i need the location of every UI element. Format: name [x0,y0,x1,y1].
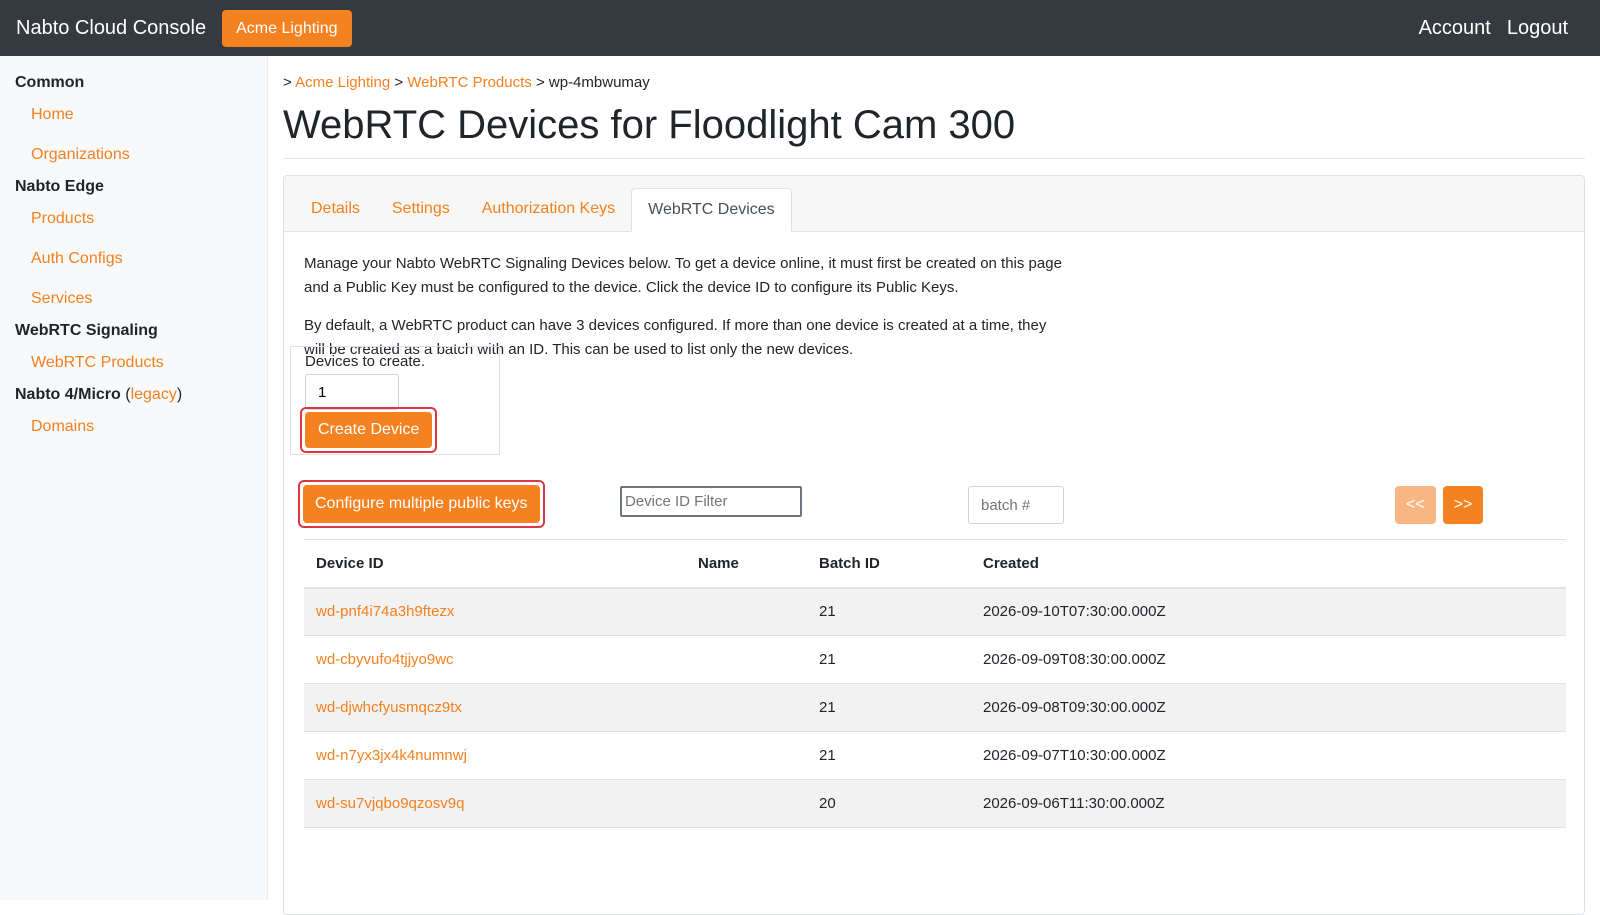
devices-toolbar: Configure multiple public keys << >> [298,480,1548,530]
breadcrumb: > Acme Lighting > WebRTC Products > wp-4… [283,74,1585,94]
sidebar-heading-legacy: Nabto 4/Micro (legacy) [0,385,267,417]
column-header-created[interactable]: Created [971,539,1566,589]
column-header-name[interactable]: Name [686,539,807,589]
sidebar-domains-link[interactable]: Domains [31,418,94,435]
device-name-cell [686,635,807,684]
sidebar: Common Home Organizations Nabto Edge Pro… [0,56,268,900]
table-row: wd-cbyvufo4tjjyo9wc 21 2026-09-09T08:30:… [304,635,1566,684]
tab-authorization-keys[interactable]: Authorization Keys [466,188,631,230]
create-device-form: Devices to create. Create Device [290,346,500,455]
page-title: WebRTC Devices for Floodlight Cam 300 [283,103,1016,147]
column-header-device-id[interactable]: Device ID [304,539,686,589]
nav-right: Account Logout [1419,17,1568,40]
table-row: wd-djwhcfyusmqcz9tx 21 2026-09-08T09:30:… [304,683,1566,732]
device-name-cell [686,779,807,828]
legacy-paren-open: ( [120,386,131,403]
legacy-link[interactable]: legacy [131,386,177,403]
device-id-link[interactable]: wd-cbyvufo4tjjyo9wc [316,651,454,668]
devices-to-create-label: Devices to create. [305,353,426,370]
tab-details[interactable]: Details [295,188,376,230]
device-id-filter-input[interactable] [620,486,802,517]
sidebar-products-link[interactable]: Products [31,210,94,227]
pagination: << >> [1395,486,1484,524]
tab-webrtc-devices[interactable]: WebRTC Devices [631,188,792,232]
configure-keys-highlight: Configure multiple public keys [298,480,545,528]
title-divider [283,158,1585,159]
table-row: wd-n7yx3jx4k4numnwj 21 2026-09-07T10:30:… [304,731,1566,780]
sidebar-item-organizations[interactable]: Organizations [0,145,267,177]
device-name-cell [686,731,807,780]
configure-public-keys-button[interactable]: Configure multiple public keys [303,485,540,523]
card-header: Details Settings Authorization Keys WebR… [284,176,1584,232]
batch-id-cell: 21 [807,635,971,684]
column-header-batch-id[interactable]: Batch ID [807,539,971,589]
legacy-heading-text: Nabto 4/Micro [15,386,121,403]
device-id-cell: wd-n7yx3jx4k4numnwj [304,731,686,780]
account-link[interactable]: Account [1419,17,1491,40]
breadcrumb-separator: > [535,74,545,91]
table-header-row: Device ID Name Batch ID Created [304,539,1566,589]
breadcrumb-separator: > [283,74,292,91]
breadcrumb-current: wp-4mbwumay [548,74,650,91]
create-device-button[interactable]: Create Device [305,412,433,448]
sidebar-home-link[interactable]: Home [31,106,74,123]
device-id-link[interactable]: wd-pnf4i74a3h9ftezx [316,603,454,620]
logout-link[interactable]: Logout [1507,17,1568,40]
sidebar-organizations-link[interactable]: Organizations [31,146,130,163]
sidebar-item-services[interactable]: Services [0,289,267,321]
device-id-cell: wd-djwhcfyusmqcz9tx [304,683,686,732]
create-device-highlight: Create Device [300,407,438,453]
brand-title[interactable]: Nabto Cloud Console [16,17,206,40]
breadcrumb-products-link[interactable]: WebRTC Products [407,74,532,91]
organization-button[interactable]: Acme Lighting [222,9,352,47]
device-id-cell: wd-su7vjqbo9qzosv9q [304,779,686,828]
breadcrumb-separator: > [394,74,404,91]
next-page-button[interactable]: >> [1442,486,1484,524]
created-cell: 2026-09-06T11:30:00.000Z [971,779,1566,828]
devices-card: Details Settings Authorization Keys WebR… [283,175,1585,915]
prev-page-button[interactable]: << [1395,486,1436,524]
sidebar-heading-edge: Nabto Edge [15,178,104,195]
sidebar-item-home[interactable]: Home [0,105,267,145]
batch-id-cell: 21 [807,683,971,732]
description-paragraph-1: Manage your Nabto WebRTC Signaling Devic… [304,255,1062,296]
devices-count-input[interactable] [305,374,399,410]
batch-id-cell: 20 [807,779,971,828]
sidebar-webrtc-products-link[interactable]: WebRTC Products [31,354,164,371]
device-name-cell [686,683,807,732]
sidebar-heading-webrtc: WebRTC Signaling [15,322,158,339]
breadcrumb-org-link[interactable]: Acme Lighting [295,74,390,91]
legacy-paren-close: ) [176,386,183,403]
device-id-link[interactable]: wd-djwhcfyusmqcz9tx [316,699,462,716]
created-cell: 2026-09-07T10:30:00.000Z [971,731,1566,780]
sidebar-heading-common: Common [15,74,85,91]
created-cell: 2026-09-08T09:30:00.000Z [971,683,1566,732]
table-row: wd-pnf4i74a3h9ftezx 21 2026-09-10T07:30:… [304,587,1566,636]
sidebar-item-webrtc-products[interactable]: WebRTC Products [0,353,267,385]
sidebar-services-link[interactable]: Services [31,290,92,307]
batch-filter-input[interactable] [968,486,1064,524]
sidebar-item-products[interactable]: Products [0,209,267,249]
top-navbar: Nabto Cloud Console Acme Lighting Accoun… [0,0,1600,56]
device-id-link[interactable]: wd-n7yx3jx4k4numnwj [316,747,467,764]
tab-settings[interactable]: Settings [376,188,466,230]
batch-id-cell: 21 [807,587,971,636]
device-id-cell: wd-pnf4i74a3h9ftezx [304,587,686,636]
created-cell: 2026-09-10T07:30:00.000Z [971,587,1566,636]
created-cell: 2026-09-09T08:30:00.000Z [971,635,1566,684]
sidebar-item-auth-configs[interactable]: Auth Configs [0,249,267,289]
device-name-cell [686,587,807,636]
table-row: wd-su7vjqbo9qzosv9q 20 2026-09-06T11:30:… [304,779,1566,828]
device-id-cell: wd-cbyvufo4tjjyo9wc [304,635,686,684]
sidebar-item-domains[interactable]: Domains [0,417,267,457]
main-content: > Acme Lighting > WebRTC Products > wp-4… [283,56,1585,915]
device-id-link[interactable]: wd-su7vjqbo9qzosv9q [316,795,464,812]
batch-id-cell: 21 [807,731,971,780]
sidebar-auth-configs-link[interactable]: Auth Configs [31,250,123,267]
devices-table: Device ID Name Batch ID Created wd-pnf4i… [304,539,1566,828]
tab-bar: Details Settings Authorization Keys WebR… [295,188,792,232]
